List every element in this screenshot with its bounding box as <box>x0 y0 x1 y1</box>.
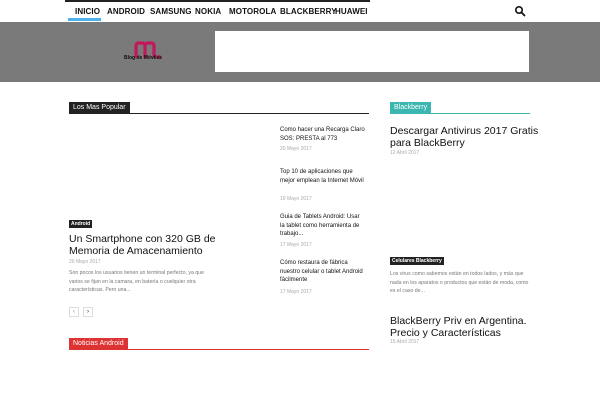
popular-list-item-title[interactable]: Cómo restaura de fábrica nuestro celular… <box>280 259 365 285</box>
pager-prev-button[interactable]: ‹ <box>69 307 79 317</box>
popular-list-item-date: 20 Mayo 2017 <box>280 146 312 152</box>
pager-next-button[interactable]: › <box>83 307 93 317</box>
blackberry-post-date: 12 Abril 2017 <box>390 150 420 156</box>
search-icon[interactable] <box>514 5 526 17</box>
header-ad-banner[interactable] <box>215 31 529 72</box>
popular-list-item-title[interactable]: Guia de Tablets Android: Usar la tablet … <box>280 213 365 239</box>
top-navigation: INICIO ANDROID SAMSUNG NOKIA MOTOROLA BL… <box>0 0 600 22</box>
section-divider-popular <box>69 113 369 114</box>
blackberry-post-title[interactable]: Descargar Antivirus 2017 Gratis para Bla… <box>390 125 540 149</box>
nav-item-huawei[interactable]: HUAWEI <box>335 7 368 16</box>
category-badge-celulares-blackberry[interactable]: Celulares Blackberry <box>390 257 444 265</box>
popular-list-item-date: 19 Mayo 2017 <box>280 196 312 202</box>
popular-list-item-title[interactable]: Top 10 de aplicaciones que mejor emplean… <box>280 168 365 185</box>
nav-item-samsung[interactable]: SAMSUNG <box>150 7 192 16</box>
feature-post-excerpt: Son pocos los usuarios tienen un termina… <box>69 270 204 293</box>
popular-list-item-date: 17 Mayo 2017 <box>280 289 312 295</box>
blackberry-post-title[interactable]: BlackBerry Priv en Argentina. Precio y C… <box>390 315 540 339</box>
logo-text: Blog de Móviles <box>124 55 163 61</box>
nav-top-border <box>65 0 370 2</box>
nav-active-indicator <box>68 18 101 21</box>
popular-list-item-title[interactable]: Como hacer una Recarga Claro SOS: PRESTA… <box>280 126 365 143</box>
nav-item-android[interactable]: ANDROID <box>107 7 145 16</box>
nav-item-inicio[interactable]: INICIO <box>75 7 100 16</box>
nav-item-nokia[interactable]: NOKIA <box>195 7 221 16</box>
category-badge-android[interactable]: Android <box>69 220 93 228</box>
blackberry-post-excerpt: Los virus como sabemos están en todos la… <box>390 271 529 294</box>
site-logo[interactable] <box>122 40 172 68</box>
blackberry-post-date: 15 Abril 2017 <box>390 339 420 345</box>
feature-post-date: 20 Mayo 2017 <box>69 259 101 265</box>
section-divider-blackberry <box>390 113 530 114</box>
nav-item-blackberry[interactable]: BLACKBERRY <box>280 7 337 16</box>
section-divider-noticias <box>69 349 369 350</box>
popular-list-item-date: 17 Mayo 2017 <box>280 242 312 248</box>
feature-post-title[interactable]: Un Smartphone con 320 GB de Memoria de A… <box>69 233 244 257</box>
nav-item-motorola[interactable]: MOTOROLA <box>229 7 276 16</box>
